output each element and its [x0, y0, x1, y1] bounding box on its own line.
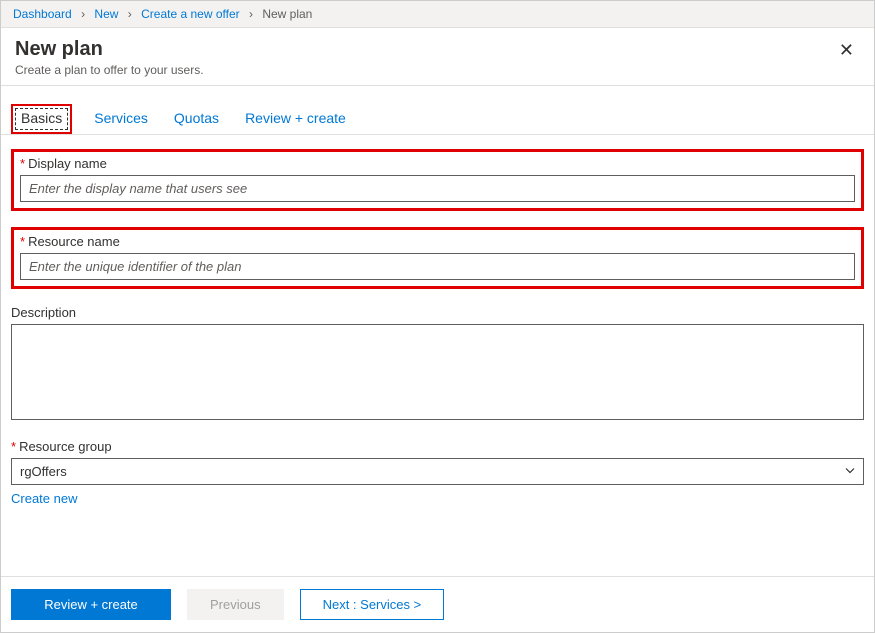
tab-quotas[interactable]: Quotas: [170, 104, 223, 134]
form-area: *Display name *Resource name Description…: [1, 135, 874, 576]
resource-name-label: *Resource name: [20, 234, 855, 249]
footer-bar: Review + create Previous Next : Services…: [1, 576, 874, 632]
review-create-button[interactable]: Review + create: [11, 589, 171, 620]
resource-name-input[interactable]: [20, 253, 855, 280]
previous-button: Previous: [187, 589, 284, 620]
next-button[interactable]: Next : Services >: [300, 589, 445, 620]
tab-basics[interactable]: Basics: [11, 104, 72, 134]
create-new-link[interactable]: Create new: [11, 491, 77, 506]
resource-group-select[interactable]: rgOffers: [11, 458, 864, 485]
field-resource-name: *Resource name: [11, 227, 864, 289]
field-display-name: *Display name: [11, 149, 864, 211]
breadcrumb-link-create-offer[interactable]: Create a new offer: [141, 7, 240, 21]
chevron-right-icon: ›: [249, 7, 253, 21]
field-description: Description: [11, 305, 864, 423]
tab-review-create[interactable]: Review + create: [241, 104, 350, 134]
display-name-input[interactable]: [20, 175, 855, 202]
page-title: New plan: [15, 38, 204, 61]
chevron-right-icon: ›: [128, 7, 132, 21]
description-input[interactable]: [11, 324, 864, 420]
description-label: Description: [11, 305, 864, 320]
page-subtitle: Create a plan to offer to your users.: [15, 63, 204, 77]
display-name-label: *Display name: [20, 156, 855, 171]
tabs-bar: Basics Services Quotas Review + create: [1, 86, 874, 135]
close-icon[interactable]: ✕: [833, 38, 860, 63]
resource-group-label: *Resource group: [11, 439, 864, 454]
breadcrumb-link-new[interactable]: New: [94, 7, 118, 21]
breadcrumb: Dashboard › New › Create a new offer › N…: [1, 1, 874, 28]
field-resource-group: *Resource group rgOffers Create new: [11, 439, 864, 506]
breadcrumb-link-dashboard[interactable]: Dashboard: [13, 7, 72, 21]
breadcrumb-current: New plan: [262, 7, 312, 21]
chevron-right-icon: ›: [81, 7, 85, 21]
tab-services[interactable]: Services: [90, 104, 152, 134]
page-header: New plan Create a plan to offer to your …: [1, 28, 874, 86]
